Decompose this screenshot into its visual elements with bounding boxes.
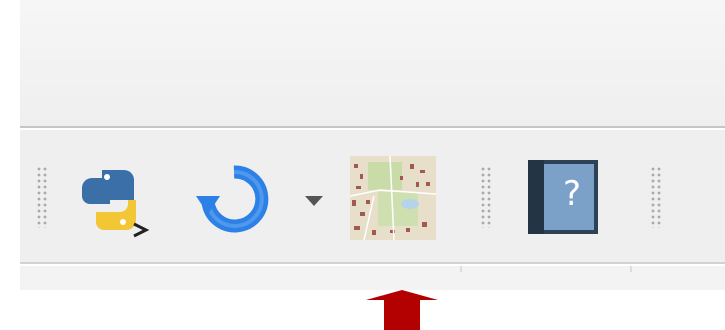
map-tile-button[interactable] (349, 155, 437, 241)
help-glyph: ? (562, 174, 582, 214)
toolbar-divider (630, 266, 632, 272)
help-button[interactable]: ? (524, 158, 602, 236)
map-tile-icon (349, 155, 437, 241)
pointer-arrow (366, 290, 438, 330)
toolbar-drag-handle[interactable] (480, 166, 492, 228)
python-console-icon (82, 170, 150, 238)
chevron-down-icon (305, 196, 323, 206)
screenshot-stage: ? (0, 0, 725, 330)
red-arrow-icon (366, 290, 438, 330)
toolbar-bottom-strip (20, 266, 725, 290)
python-console-button[interactable] (80, 162, 160, 242)
menubar-area (20, 0, 725, 128)
refresh-button[interactable] (194, 158, 276, 240)
toolbar-drag-handle[interactable] (650, 166, 662, 228)
toolbar-divider (460, 266, 462, 272)
refresh-icon (196, 165, 269, 233)
refresh-dropdown[interactable] (300, 190, 330, 210)
toolbar-drag-handle[interactable] (36, 166, 48, 228)
